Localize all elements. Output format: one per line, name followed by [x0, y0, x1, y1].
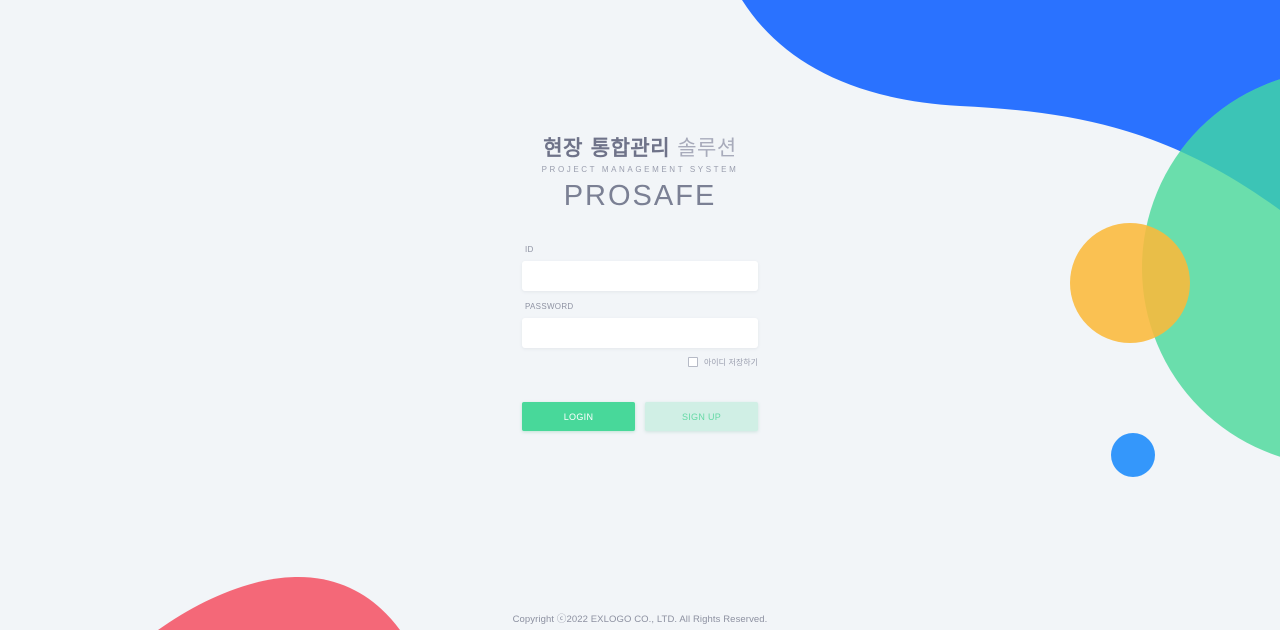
signup-button[interactable]: SIGN UP [645, 402, 758, 431]
brand-title-light: 솔루션 [677, 136, 737, 160]
small-blue-circle-shape [1111, 433, 1155, 477]
footer-copyright: Copyright ⓒ2022 EXLOGO CO., LTD. All Rig… [512, 614, 768, 625]
login-page: 현장 통합관리 솔루션 PROJECT MANAGEMENT SYSTEM PR… [0, 0, 1280, 630]
button-row: LOGIN SIGN UP [522, 402, 758, 431]
brand-title-strong: 현장 통합관리 [543, 136, 671, 160]
brand-title: 현장 통합관리 솔루션 [0, 134, 1280, 162]
remember-id-option[interactable]: 아이디 저장하기 [522, 356, 758, 368]
brand-name: PROSAFE [563, 180, 717, 212]
brand-block: 현장 통합관리 솔루션 PROJECT MANAGEMENT SYSTEM PR… [0, 134, 1280, 214]
id-input[interactable] [522, 261, 758, 291]
remember-id-label: 아이디 저장하기 [703, 357, 758, 367]
orange-circle-shape [1070, 223, 1190, 343]
remember-id-checkbox[interactable] [687, 357, 698, 367]
brand-subtitle: PROJECT MANAGEMENT SYSTEM [541, 165, 739, 174]
password-label: PASSWORD [525, 302, 574, 311]
login-button[interactable]: LOGIN [522, 402, 635, 431]
id-label: ID [525, 245, 534, 254]
password-input[interactable] [522, 318, 758, 348]
login-form: ID PASSWORD 아이디 저장하기 LOGIN SIGN UP [522, 244, 758, 431]
